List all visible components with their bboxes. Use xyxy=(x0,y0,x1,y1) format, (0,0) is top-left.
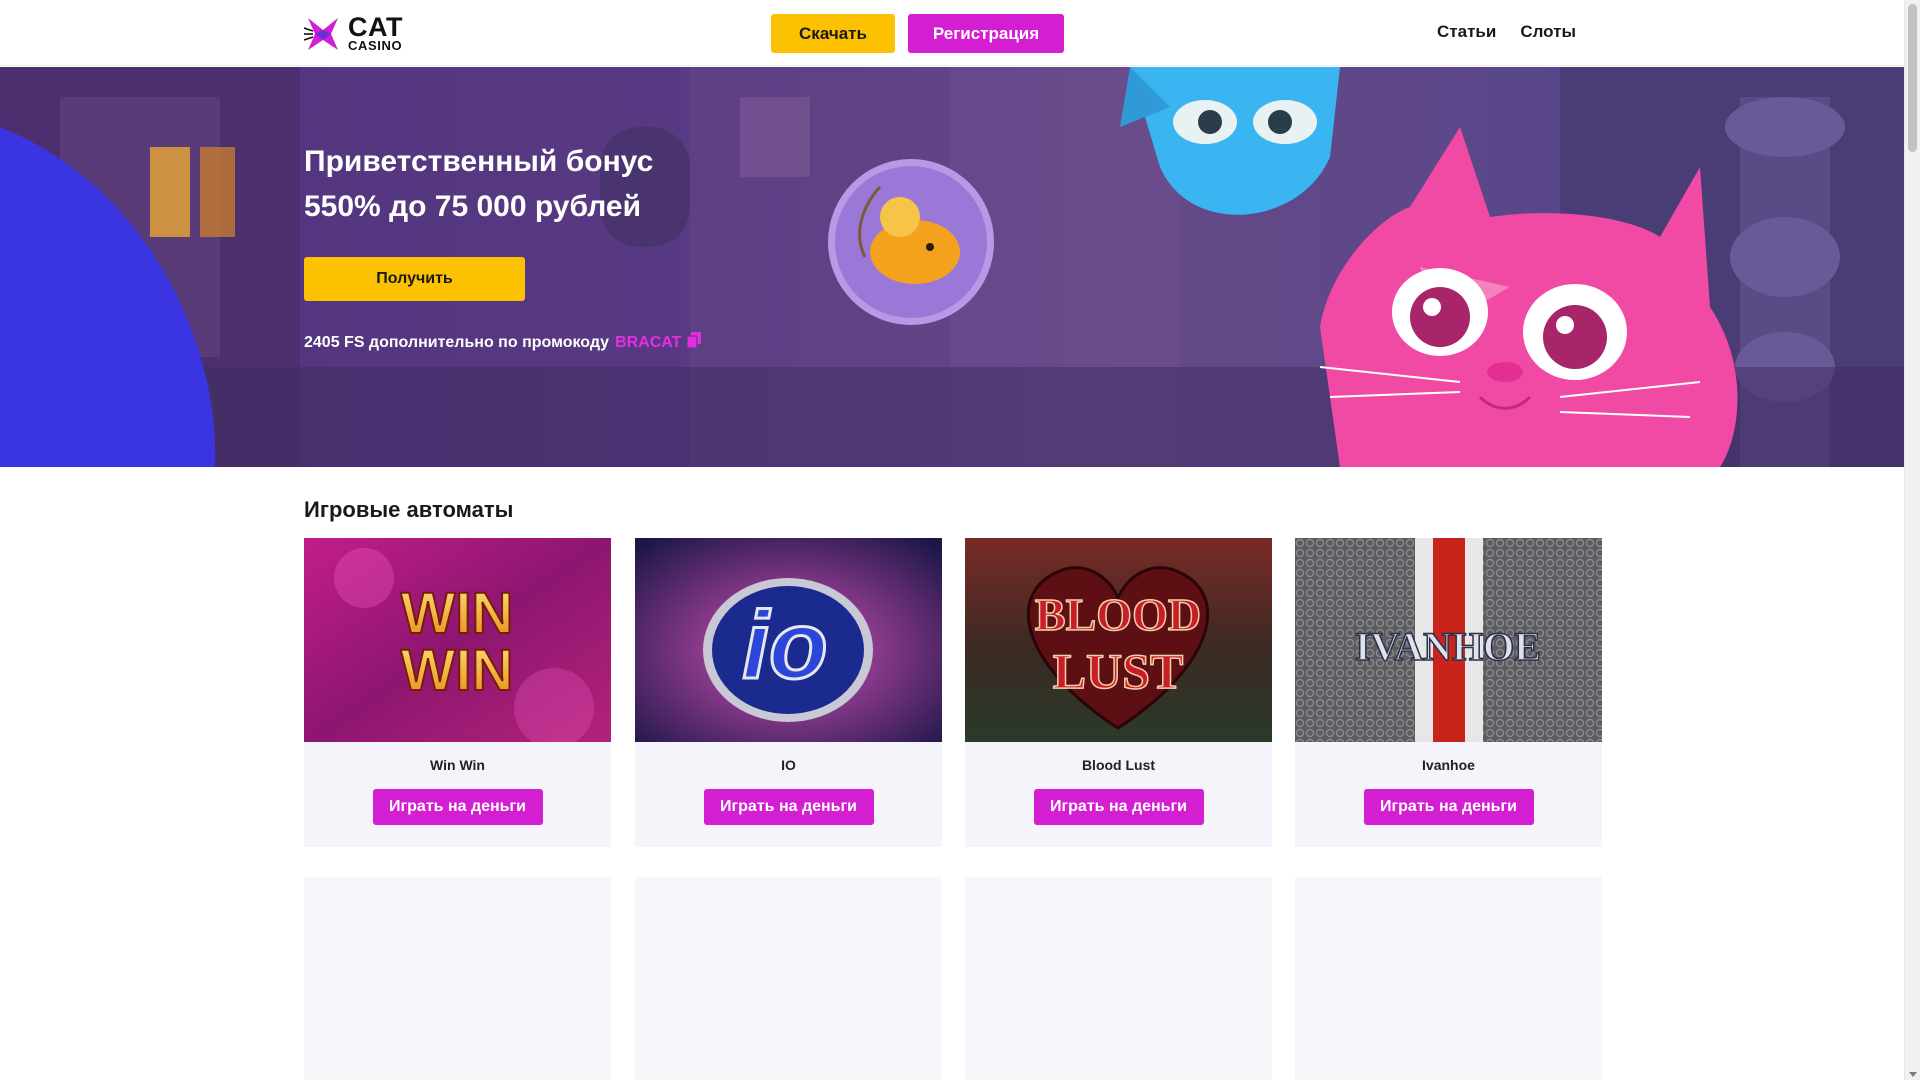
game-thumbnail[interactable]: IVANHOE xyxy=(1295,538,1602,742)
hero-title-line2: 550% до 75 000 рублей xyxy=(304,190,642,223)
nav-item-articles[interactable]: Статьи xyxy=(1437,22,1496,42)
game-card-win-win: WIN WIN Win Win Играть на деньги xyxy=(304,538,611,847)
svg-text:WIN: WIN xyxy=(401,638,514,703)
hero-title: Приветственный бонус 550% до 75 000 рубл… xyxy=(304,139,653,229)
scrollbar-thumb[interactable] xyxy=(1908,4,1917,152)
play-for-money-button[interactable]: Играть на деньги xyxy=(1033,789,1204,825)
get-bonus-button[interactable]: Получить xyxy=(304,257,525,301)
game-card-placeholder xyxy=(304,877,611,1080)
nav-item-slots[interactable]: Слоты xyxy=(1520,22,1576,42)
svg-text:LUST: LUST xyxy=(1053,643,1184,699)
game-name: Blood Lust xyxy=(1081,757,1156,773)
hero-banner: Приветственный бонус 550% до 75 000 рубл… xyxy=(0,67,1904,467)
scroll-down-arrow-icon[interactable] xyxy=(1909,1072,1917,1077)
register-button[interactable]: Регистрация xyxy=(908,14,1064,53)
game-logo-text: io xyxy=(742,592,827,699)
game-thumbnail[interactable]: BLOOD LUST xyxy=(965,538,1272,742)
promo-line: 2405 FS дополнительно по промокоду BRACA… xyxy=(304,332,702,353)
hero-title-line1: Приветственный бонус xyxy=(304,145,654,178)
logo-subtitle: CASINO xyxy=(348,38,403,53)
page-scrollbar[interactable] xyxy=(1904,0,1920,1080)
game-name: IO xyxy=(781,757,796,773)
main-nav: Статьи Слоты xyxy=(1437,22,1576,42)
promo-code[interactable]: BRACAT xyxy=(615,334,681,352)
hero-illustration xyxy=(0,67,1904,467)
game-name: Win Win xyxy=(430,757,485,773)
game-card-placeholder xyxy=(1295,877,1602,1080)
logo-title: CAT xyxy=(348,12,403,42)
game-name: Ivanhoe xyxy=(1422,757,1475,773)
site-header: CAT CASINO Скачать Регистрация Статьи Сл… xyxy=(0,0,1904,66)
game-logo-text: IVANHOE xyxy=(1355,624,1541,669)
game-thumbnail[interactable]: WIN WIN xyxy=(304,538,611,742)
game-card-blood-lust: BLOOD LUST Blood Lust Играть на деньги xyxy=(965,538,1272,847)
game-logo-text: WIN xyxy=(401,581,514,646)
copy-icon[interactable] xyxy=(686,332,702,353)
download-button[interactable]: Скачать xyxy=(771,14,895,53)
game-logo-text: BLOOD xyxy=(1035,589,1201,640)
game-thumbnail[interactable]: io xyxy=(635,538,942,742)
logo[interactable]: CAT CASINO xyxy=(304,14,403,52)
play-for-money-button[interactable]: Играть на деньги xyxy=(372,789,543,825)
game-card-placeholder xyxy=(635,877,942,1080)
game-card-io: io IO Играть на деньги xyxy=(635,538,942,847)
cat-logo-icon xyxy=(304,18,338,50)
promo-text: 2405 FS дополнительно по промокоду xyxy=(304,333,610,351)
game-card-placeholder xyxy=(965,877,1272,1080)
game-card-ivanhoe: IVANHOE Ivanhoe Играть на деньги xyxy=(1295,538,1602,847)
section-title-slots: Игровые автоматы xyxy=(304,497,514,522)
play-for-money-button[interactable]: Играть на деньги xyxy=(703,789,874,825)
play-for-money-button[interactable]: Играть на деньги xyxy=(1363,789,1534,825)
